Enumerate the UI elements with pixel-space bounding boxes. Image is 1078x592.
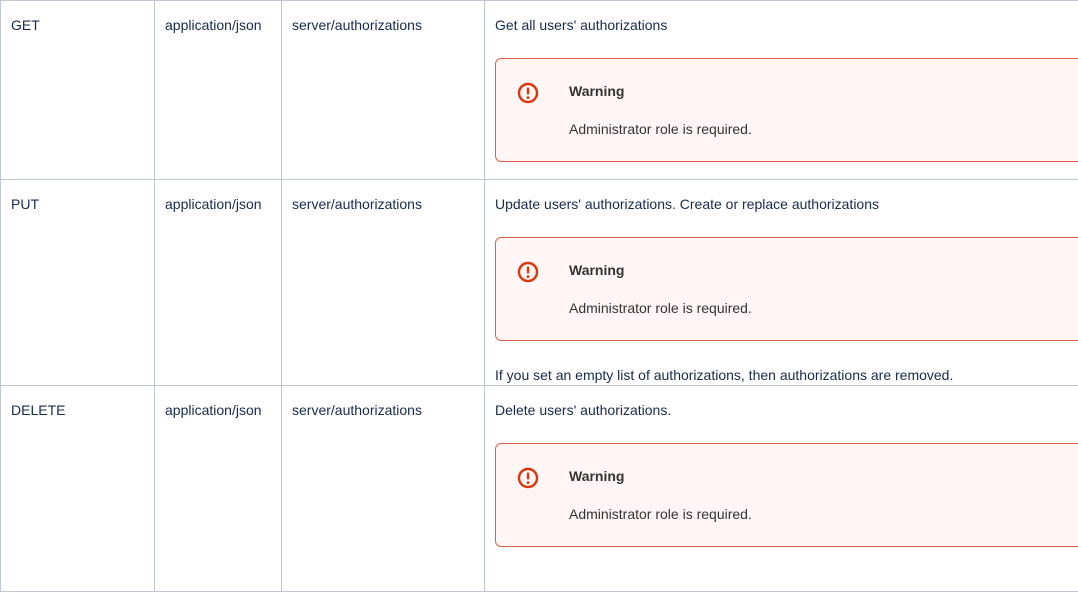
description-text: Get all users' authorizations: [495, 15, 1078, 35]
warning-panel: Warning Administrator role is required.: [495, 443, 1078, 547]
path-label: server/authorizations: [292, 17, 422, 33]
content-type-label: application/json: [165, 17, 262, 33]
exclamation-circle-icon: [517, 467, 539, 489]
warning-title: Warning: [569, 466, 624, 486]
description-text: Update users' authorizations. Create or …: [495, 194, 1078, 214]
description-cell: Get all users' authorizations Warning Ad…: [485, 1, 1078, 180]
warning-title: Warning: [569, 81, 624, 101]
content-type-cell: application/json: [155, 180, 282, 386]
method-cell: DELETE: [1, 386, 155, 592]
description-text: Delete users' authorizations.: [495, 400, 1078, 420]
warning-panel: Warning Administrator role is required.: [495, 58, 1078, 162]
removal-note: If you set an empty list of authorizatio…: [495, 365, 1078, 385]
exclamation-circle-icon: [517, 82, 539, 104]
method-cell: PUT: [1, 180, 155, 386]
exclamation-circle-icon: [517, 261, 539, 283]
path-label: server/authorizations: [292, 402, 422, 418]
method-label: GET: [11, 17, 40, 33]
method-label: DELETE: [11, 402, 65, 418]
content-type-label: application/json: [165, 196, 262, 212]
api-endpoints-table: GET application/json server/authorizatio…: [0, 0, 1078, 592]
method-label: PUT: [11, 196, 39, 212]
content-type-label: application/json: [165, 402, 262, 418]
path-cell: server/authorizations: [282, 386, 485, 592]
warning-body: Administrator role is required.: [569, 504, 752, 524]
description-cell: Delete users' authorizations. Warning Ad…: [485, 386, 1078, 592]
path-cell: server/authorizations: [282, 1, 485, 180]
warning-panel: Warning Administrator role is required.: [495, 237, 1078, 341]
description-cell: Update users' authorizations. Create or …: [485, 180, 1078, 386]
table-row-delete: DELETE application/json server/authoriza…: [1, 386, 1078, 592]
table-row-put: PUT application/json server/authorizatio…: [1, 180, 1078, 386]
warning-title: Warning: [569, 260, 624, 280]
content-type-cell: application/json: [155, 1, 282, 180]
path-cell: server/authorizations: [282, 180, 485, 386]
method-cell: GET: [1, 1, 155, 180]
path-label: server/authorizations: [292, 196, 422, 212]
warning-body: Administrator role is required.: [569, 119, 752, 139]
content-type-cell: application/json: [155, 386, 282, 592]
warning-body: Administrator role is required.: [569, 298, 752, 318]
table-row-get: GET application/json server/authorizatio…: [1, 1, 1078, 180]
